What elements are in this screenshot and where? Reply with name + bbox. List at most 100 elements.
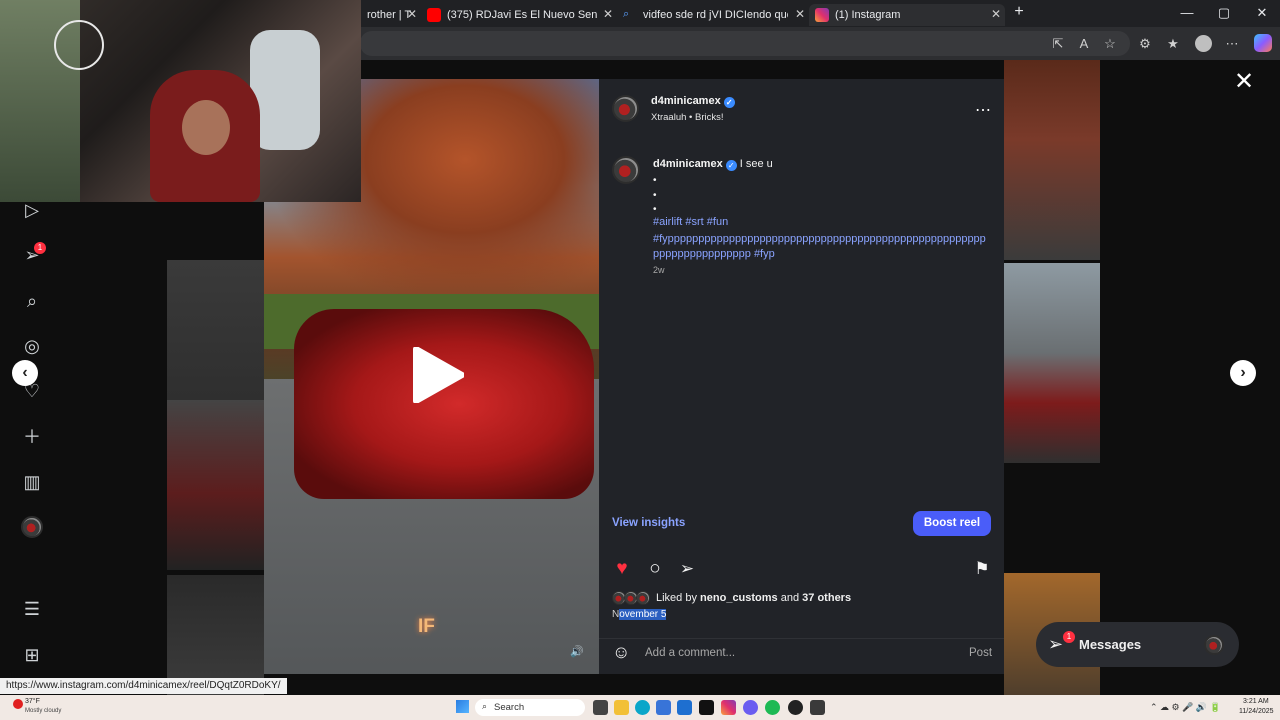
post-age: 2w [653,265,665,275]
direct-icon: ➢ [1048,634,1064,654]
menu-icon[interactable]: ☰ [21,598,43,620]
close-tab-icon[interactable]: ✕ [991,7,1001,21]
minimize-button[interactable]: — [1178,5,1196,20]
view-insights-link[interactable]: View insights [612,517,685,529]
profile-icon[interactable] [1195,35,1212,52]
insights-icon[interactable]: ▥ [21,471,43,493]
tab-2[interactable]: (375) RDJavi Es El Nuevo Sensei! - ✕ [421,4,617,26]
share-icon[interactable]: ➢ [676,558,698,580]
audio-attribution[interactable]: Xtraaluh • Bricks! [651,112,724,123]
bullet: • [653,175,657,186]
like-heart-icon[interactable]: ♥ [611,558,633,580]
create-icon[interactable]: ＋ [21,426,43,448]
post-date: November 5 [612,609,667,620]
author-username-text[interactable]: d4minicamex [651,95,721,107]
audio-artist[interactable]: Xtraaluh [651,112,686,123]
reels-icon[interactable]: ▷ [21,199,43,221]
tiktok-icon[interactable] [699,700,714,715]
instagram-app-icon[interactable] [721,700,736,715]
author-username[interactable]: d4minicamex ✓ [651,95,735,108]
caption-avatar[interactable] [612,156,640,184]
liked-by-and: and [780,592,800,604]
messages-avatar [1204,635,1224,655]
taskbar-date[interactable]: 11/24/2025 [1239,708,1274,715]
caption-header: d4minicamex ✓ I see u [653,158,773,171]
taskbar-search-label: Search [494,702,525,713]
search-icon: ⌕ [623,8,630,20]
close-tab-icon[interactable]: ✕ [795,7,805,21]
caption-bullets: • • • [653,174,657,218]
verified-icon: ✓ [725,160,737,171]
taskbar-time[interactable]: 3:21 AM [1243,698,1269,705]
tab-1-label: rother | T [367,9,412,21]
tab-2-label: (375) RDJavi Es El Nuevo Sensei! - [447,9,597,21]
windows-start-icon[interactable] [456,700,469,713]
taskbar-search[interactable]: ⌕ Search [475,699,585,716]
caption-username[interactable]: d4minicamex [653,158,723,170]
watermark-logo: IF [418,616,435,637]
favorites-icon[interactable]: ★ [1165,36,1181,52]
obs-icon[interactable] [810,700,825,715]
verified-icon: ✓ [723,97,735,108]
boost-reel-button[interactable]: Boost reel [913,511,991,536]
previous-post-button[interactable]: ‹ [12,360,38,386]
emoji-icon[interactable]: ☺ [612,642,630,663]
system-tray-icons[interactable]: ⌃ ☁ ⚙ 🎤 🔊 🔋 [1150,702,1221,713]
task-view-icon[interactable] [593,700,608,715]
hashtags-line-2[interactable]: #fyppppppppppppppppppppppppppppppppppppp… [653,232,991,262]
weather-desc[interactable]: Mostly cloudy [25,708,61,714]
close-tab-icon[interactable]: ✕ [603,7,613,21]
close-window-button[interactable]: ✕ [1253,5,1271,21]
more-options-icon[interactable]: ⋯ [1224,36,1240,52]
profile-avatar[interactable] [21,516,43,538]
open-in-app-icon[interactable]: ⇱ [1050,36,1066,52]
new-tab-button[interactable]: + [1010,3,1028,21]
notification-badge: 1 [34,242,46,254]
post-comment-button[interactable]: Post [969,647,992,659]
more-options-icon[interactable]: ⋯ [975,100,991,120]
hashtags-line-1[interactable]: #airlift #srt #fun [653,216,728,228]
discord-icon[interactable] [743,700,758,715]
tab-3[interactable]: ⌕ vidfeo sde rd jVI DICIendo que q ✕ [617,4,809,26]
favorite-star-icon[interactable]: ☆ [1102,36,1118,52]
liked-by-others[interactable]: 37 others [802,592,851,604]
save-bookmark-icon[interactable]: ⚑ [971,558,993,580]
copilot-icon[interactable] [1254,34,1272,52]
mail-icon[interactable] [677,700,692,715]
play-icon[interactable] [408,346,465,404]
search-icon[interactable]: ⌕ [21,290,43,312]
date-selected-text: ovember 5 [619,609,667,620]
author-avatar[interactable] [612,95,639,122]
next-post-button[interactable]: › [1230,360,1256,386]
more-icon[interactable]: ⊞ [21,644,43,666]
comment-input[interactable]: Add a comment... [645,647,735,659]
app-icon[interactable] [788,700,803,715]
url-input[interactable] [360,31,1130,56]
audio-icon[interactable]: 🔊 [570,645,584,658]
messages-badge: 1 [1063,631,1075,643]
messages-button[interactable]: ➢ 1 Messages [1036,622,1239,667]
tab-3-label: vidfeo sde rd jVI DICIendo que q [643,9,788,21]
search-icon: ⌕ [482,701,488,711]
read-aloud-icon[interactable]: A [1076,36,1092,52]
weather-temp[interactable]: 37°F [25,698,40,705]
spotify-icon[interactable] [765,700,780,715]
store-icon[interactable] [656,700,671,715]
caption-text: I see u [739,158,773,170]
comment-icon[interactable]: ○ [644,558,666,580]
audio-song[interactable]: Bricks! [695,112,724,123]
extensions-icon[interactable]: ⚙ [1137,36,1153,52]
webcam-overlay [0,0,361,202]
maximize-button[interactable]: ▢ [1215,5,1233,21]
liked-by-user[interactable]: neno_customs [700,592,778,604]
file-explorer-icon[interactable] [614,700,629,715]
youtube-icon [427,8,441,22]
edge-icon[interactable] [635,700,650,715]
close-tab-icon[interactable]: ✕ [407,7,417,21]
tab-1[interactable]: rother | T ✕ [361,4,421,26]
tab-4-instagram[interactable]: (1) Instagram ✕ [809,4,1005,26]
explore-icon[interactable]: ◎ [21,335,43,357]
close-modal-icon[interactable]: ✕ [1234,70,1254,94]
liked-by-prefix: Liked by [656,592,697,604]
tab-4-label: (1) Instagram [835,9,901,21]
